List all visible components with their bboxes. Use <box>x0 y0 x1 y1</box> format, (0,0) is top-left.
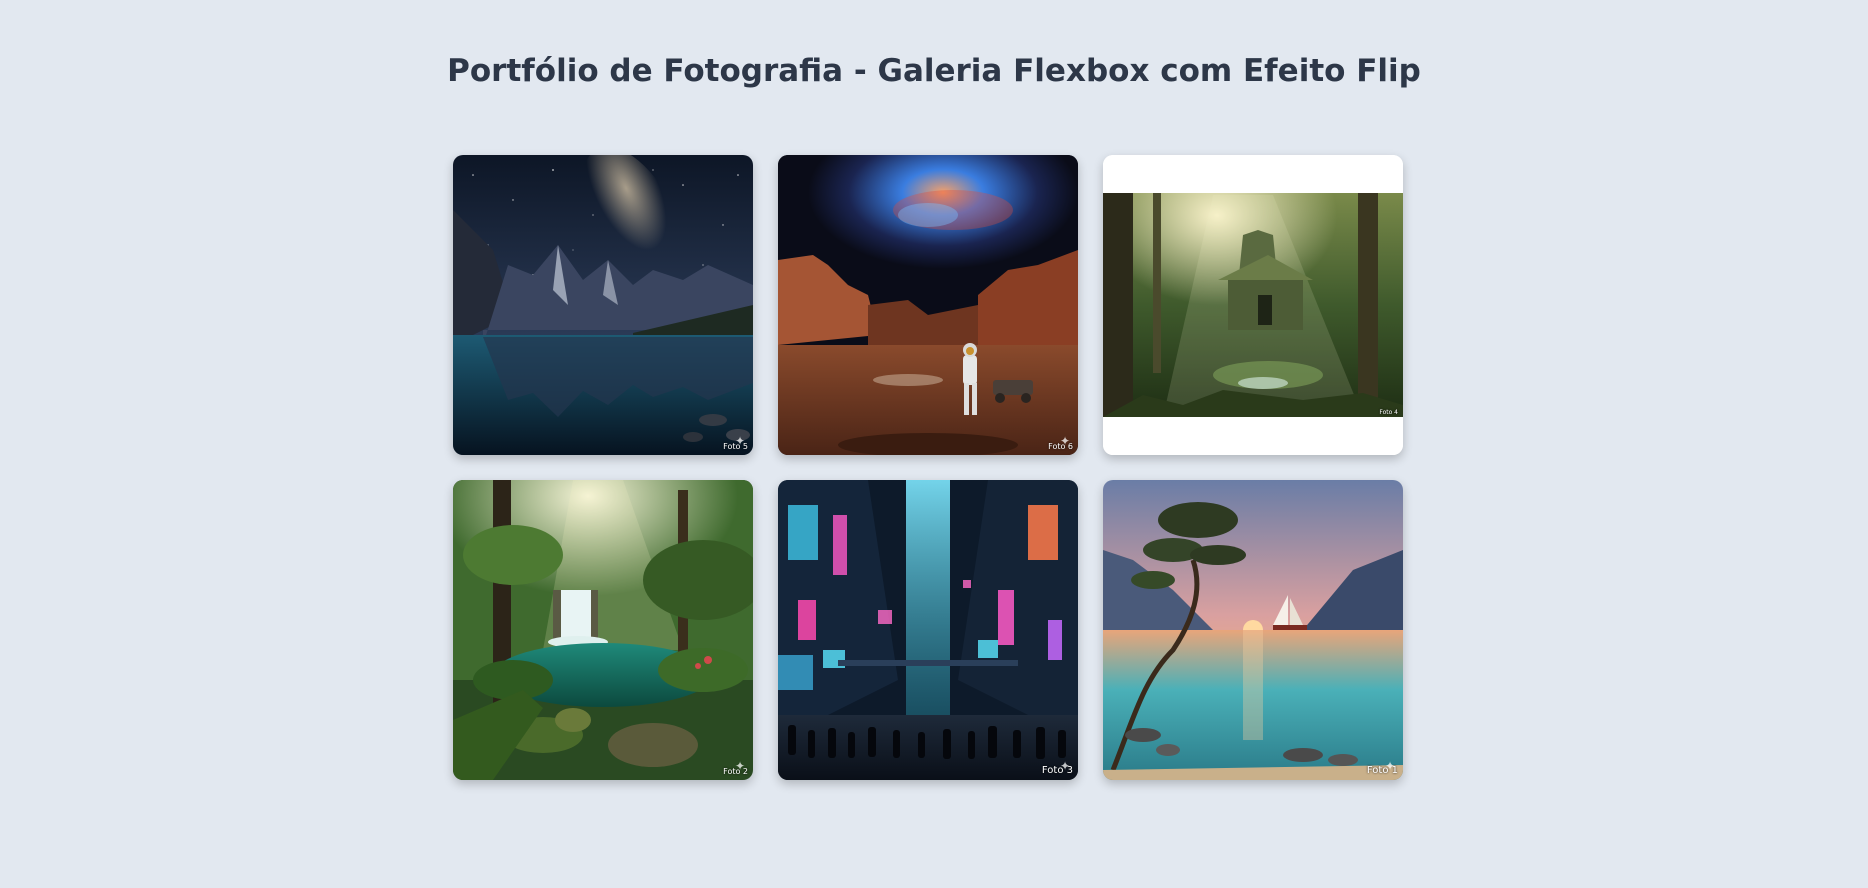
photo-card[interactable]: ✦ Foto 3 <box>778 480 1078 780</box>
photo-card[interactable]: ✦ Foto 1 <box>1103 480 1403 780</box>
photo-caption: Foto 6 <box>1048 442 1073 451</box>
photo-caption: Foto 5 <box>723 442 748 451</box>
photo-gallery: ✦ Foto 5 ✦ Foto 6 Foto 4 ✦ Foto 2 ✦ Foto… <box>453 155 1403 780</box>
photo-card[interactable]: ✦ Foto 5 <box>453 155 753 455</box>
photo-card[interactable]: ✦ Foto 2 <box>453 480 753 780</box>
photo-image <box>1103 480 1403 780</box>
photo-caption: Foto 2 <box>723 767 748 776</box>
photo-image <box>778 155 1078 455</box>
page-title: Portfólio de Fotografia - Galeria Flexbo… <box>447 53 1421 89</box>
photo-caption: Foto 1 <box>1366 765 1398 776</box>
photo-caption: Foto 4 <box>1379 409 1398 416</box>
photo-card[interactable]: Foto 4 <box>1103 155 1403 455</box>
photo-image <box>1103 155 1403 455</box>
photo-card[interactable]: ✦ Foto 6 <box>778 155 1078 455</box>
photo-image <box>453 480 753 780</box>
photo-image <box>453 155 753 455</box>
photo-image <box>778 480 1078 780</box>
photo-caption: Foto 3 <box>1041 765 1073 776</box>
page: Portfólio de Fotografia - Galeria Flexbo… <box>0 0 1868 888</box>
